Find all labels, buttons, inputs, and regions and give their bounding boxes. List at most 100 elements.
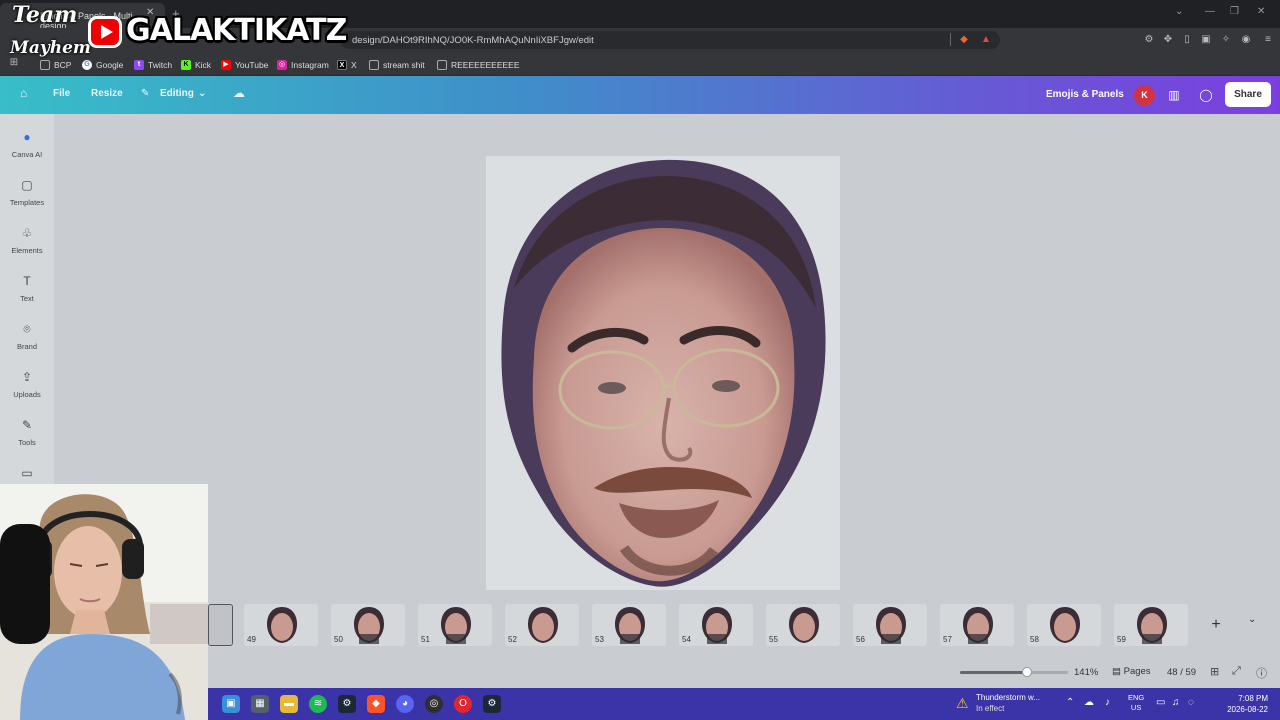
file-menu[interactable]: File — [53, 88, 70, 99]
obs-icon[interactable]: ◎ — [425, 695, 443, 713]
thumbnail-page-number: 52 — [508, 635, 517, 644]
steam-icon[interactable]: ⚙ — [338, 695, 356, 713]
chevron-down-icon[interactable]: ⌄ — [1248, 614, 1256, 625]
bookmark-kick[interactable]: K Kick — [181, 58, 211, 72]
minimize-icon[interactable]: — — [1205, 6, 1215, 17]
fullscreen-icon[interactable]: ⤢ — [1232, 665, 1241, 678]
thumbnail-page-number: 53 — [595, 635, 604, 644]
url-field[interactable]: design/DAHOt9RIhNQ/JO0K-RmMhAQuNnIiXBFJg… — [340, 31, 1000, 49]
page-thumbnail[interactable]: 55 — [766, 604, 840, 646]
sidebar-icon[interactable]: ▯ — [1181, 34, 1193, 46]
chevron-down-icon[interactable]: ⌄ — [198, 88, 206, 99]
bookmark-google[interactable]: G Google — [82, 58, 123, 72]
page-thumbnail[interactable]: 51 — [418, 604, 492, 646]
wallet-icon[interactable]: ▣ — [1200, 34, 1212, 46]
url-text: design/DAHOt9RIhNQ/JO0K-RmMhAQuNnIiXBFJg… — [352, 35, 594, 46]
volume-icon[interactable]: ♫ — [1172, 697, 1180, 708]
page-thumbnail[interactable]: 57 — [940, 604, 1014, 646]
spotify-icon[interactable]: ≋ — [309, 695, 327, 713]
zoom-slider[interactable] — [960, 667, 1068, 677]
pencil-icon: ✎ — [141, 88, 150, 99]
sidebar-item-templates[interactable]: ▢ Templates — [0, 178, 54, 207]
brave-shield-icon[interactable]: ◆ — [958, 34, 970, 46]
help-icon[interactable]: ⓘ — [1256, 665, 1267, 681]
page-thumbnail[interactable]: 58 — [1027, 604, 1101, 646]
editing-mode-dropdown[interactable]: Editing — [160, 88, 194, 99]
thumbnail-face-image — [789, 607, 819, 643]
bookmark-reeee[interactable]: REEEEEEEEEEE — [437, 58, 520, 72]
share-button[interactable]: Share — [1225, 82, 1271, 107]
page-thumbnail[interactable]: 53 — [592, 604, 666, 646]
vpn-icon[interactable]: ◉ — [1240, 34, 1252, 46]
page-thumbnail[interactable]: 54 — [679, 604, 753, 646]
design-title[interactable]: Emojis & Panels — [1046, 89, 1124, 100]
sidebar-item-brand[interactable]: ⌾ Brand — [0, 322, 54, 351]
x-icon: X — [337, 60, 347, 70]
page-thumbnail-current[interactable] — [208, 604, 233, 646]
notification-icon[interactable]: ◌ — [1188, 697, 1194, 708]
design-page[interactable] — [486, 156, 840, 590]
tray-chevron-up-icon[interactable]: ⌃ — [1066, 697, 1074, 708]
weather-widget[interactable]: ⚠ Thunderstorm w... In effect — [956, 693, 1056, 717]
opera-icon[interactable]: O — [454, 695, 472, 713]
sidebar-item-tools[interactable]: ✎ Tools — [0, 418, 54, 447]
sidebar-item-projects[interactable]: ▭ — [0, 466, 54, 480]
thumbnail-page-number: 56 — [856, 635, 865, 644]
comments-icon[interactable]: ◯ — [1195, 85, 1217, 106]
photos-app-icon[interactable]: ▣ — [222, 695, 240, 713]
bookmark-x[interactable]: X X — [337, 58, 357, 72]
maximize-icon[interactable]: ❐ — [1230, 6, 1239, 17]
extensions-icon[interactable]: ✥ — [1162, 34, 1174, 46]
sidebar-item-elements[interactable]: ♧ Elements — [0, 226, 54, 255]
system-clock[interactable]: 7:08 PM 2026-08-22 — [1208, 693, 1268, 715]
calculator-app-icon[interactable]: ▦ — [251, 695, 269, 713]
bookmark-instagram[interactable]: ◎ Instagram — [277, 58, 329, 72]
page-thumbnail[interactable]: 59 — [1114, 604, 1188, 646]
display-icon[interactable]: ▭ — [1156, 697, 1165, 708]
page-thumbnail[interactable]: 49 — [244, 604, 318, 646]
tools-icon: ✎ — [21, 418, 33, 432]
page-thumbnail[interactable]: 56 — [853, 604, 927, 646]
zoom-slider-handle[interactable] — [1021, 667, 1032, 677]
avatar[interactable]: K — [1134, 85, 1155, 106]
emote-face-image[interactable] — [494, 158, 832, 588]
youtube-icon: ▶ — [221, 60, 231, 70]
brave-browser-icon[interactable]: ◆ — [367, 695, 385, 713]
thumbnail-face-image — [528, 607, 558, 643]
brave-rewards-icon[interactable]: ▲ — [980, 34, 992, 46]
editor-sidebar: ● Canva AI ▢ Templates ♧ Elements T Text… — [0, 114, 54, 484]
page-thumbnail[interactable]: 52 — [505, 604, 579, 646]
discord-icon[interactable]: ◕ — [396, 695, 414, 713]
bookmark-youtube[interactable]: ▶ YouTube — [221, 58, 268, 72]
zoom-slider-fill — [960, 671, 1027, 674]
extension-badge-icon[interactable]: ⚙ — [1143, 34, 1155, 46]
canvas-workspace[interactable] — [54, 114, 1280, 600]
insights-icon[interactable]: ▥ — [1163, 85, 1185, 106]
thumbnail-page-number: 59 — [1117, 635, 1126, 644]
resize-menu[interactable]: Resize — [91, 88, 123, 99]
pages-button[interactable]: ▤ Pages — [1112, 666, 1151, 677]
language-indicator[interactable]: ENG US — [1128, 693, 1144, 713]
thumbnail-face-image — [1050, 607, 1080, 643]
home-icon[interactable]: ⌂ — [20, 86, 27, 100]
cloud-save-icon[interactable]: ☁ — [233, 86, 245, 100]
grid-view-icon[interactable]: ⊞ — [1210, 665, 1219, 678]
sidebar-item-text[interactable]: T Text — [0, 274, 54, 303]
sidebar-item-uploads[interactable]: ⇪ Uploads — [0, 370, 54, 399]
add-page-button[interactable]: + — [1196, 610, 1236, 640]
sidebar-item-canva-ai[interactable]: ● Canva AI — [0, 130, 54, 159]
file-explorer-icon[interactable]: ▬ — [280, 695, 298, 713]
thumbnail-face-image — [354, 607, 384, 644]
close-window-icon[interactable]: ✕ — [1257, 6, 1265, 17]
tray-cloud-icon[interactable]: ☁ — [1084, 697, 1094, 708]
steam-client-icon[interactable]: ⚙ — [483, 695, 501, 713]
zoom-level[interactable]: 141% — [1074, 667, 1098, 678]
page-thumbnail[interactable]: 50 — [331, 604, 405, 646]
microphone-icon[interactable]: ♪ — [1105, 697, 1110, 708]
pages-icon: ▤ — [1112, 666, 1124, 677]
menu-icon[interactable]: ≡ — [1262, 34, 1274, 46]
bookmark-twitch[interactable]: t Twitch — [134, 58, 172, 72]
bookmark-stream-shit[interactable]: stream shit — [369, 58, 425, 72]
leo-icon[interactable]: ✧ — [1220, 34, 1232, 46]
tab-search-icon[interactable]: ⌄ — [1175, 6, 1183, 17]
